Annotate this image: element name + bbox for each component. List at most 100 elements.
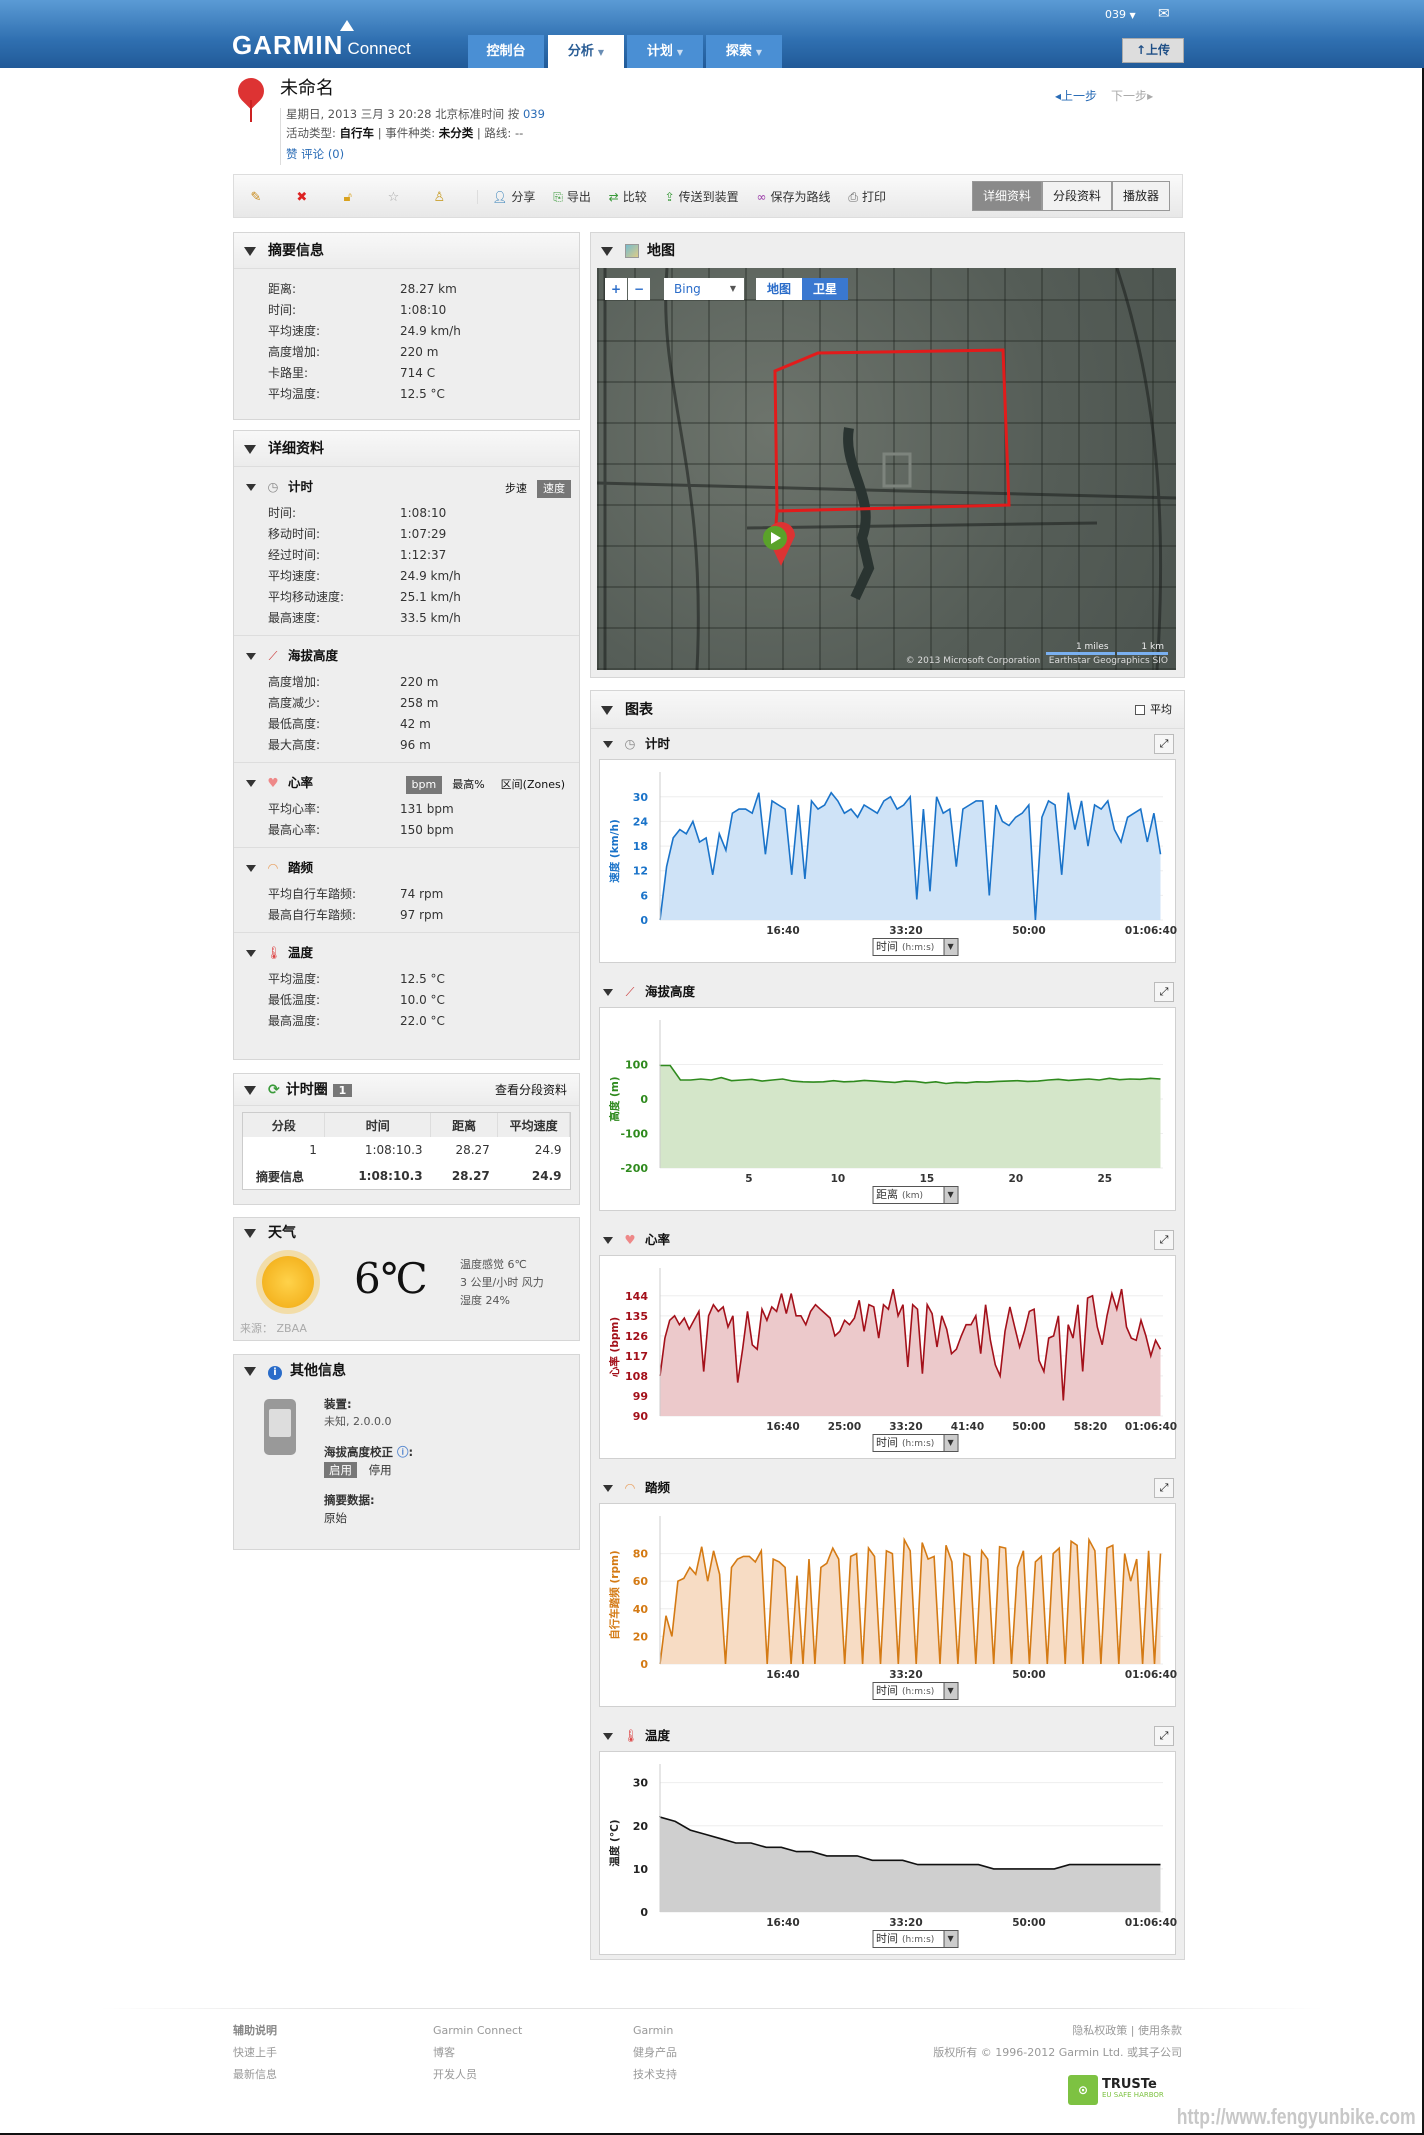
lock-icon[interactable]: 🔓︎ [340, 190, 356, 205]
laps-header[interactable]: ⟳ 计时圈 1 查看分段资料 [234, 1074, 579, 1106]
collapse-icon [246, 950, 256, 957]
chart-header[interactable]: ⟋ 海拔高度 ⤢ [591, 977, 1184, 1007]
upload-button[interactable]: ↑上传 [1122, 38, 1184, 63]
compare-button[interactable]: ⇄ 比较 [609, 188, 647, 205]
x-axis-select[interactable]: 时间 (h:m:s) ▼ [872, 1930, 959, 1948]
activity-type[interactable]: 自行车 [340, 126, 375, 140]
print-button[interactable]: ⎙ 打印 [848, 188, 886, 205]
tab-splits[interactable]: 分段资料 [1041, 181, 1112, 211]
other-info-header[interactable]: i 其他信息 [234, 1355, 579, 1387]
col-time[interactable]: 时间 [324, 1113, 432, 1137]
edit-icon[interactable]: ✎ [248, 190, 264, 205]
footer-link[interactable]: 快速上手 [233, 2042, 277, 2064]
garmin-connect-logo[interactable]: GARMIN Connect [232, 20, 411, 61]
nav-explore[interactable]: 探索 ▼ [706, 35, 782, 68]
collapse-icon [246, 865, 256, 872]
truste-badge[interactable]: ⊙ TRUSTe EU SAFE HARBOR [1068, 2075, 1164, 2105]
expand-icon[interactable]: ⤢ [1154, 982, 1174, 1002]
expand-icon[interactable]: ⤢ [1154, 1478, 1174, 1498]
terms-link[interactable]: 使用条款 [1138, 2024, 1182, 2037]
stat-value: 131 bpm [400, 802, 454, 816]
satellite-map[interactable]: + − Bing ▼ 地图 卫星 1 miles 1 km © 2013 Micr… [597, 268, 1176, 670]
section-header[interactable]: ◠ 踏频 [234, 856, 579, 880]
charts-header[interactable]: 图表 平均 [591, 691, 1184, 729]
share-button[interactable]: 👤︎ 分享 [492, 188, 535, 205]
footer-link[interactable]: 博客 [433, 2042, 522, 2064]
zoom-out-button[interactable]: − [628, 278, 650, 300]
chart-title: 海拔高度 [645, 984, 696, 999]
nav-dashboard[interactable]: 控制台 [468, 35, 544, 68]
user-menu[interactable]: 039 ▼ [1105, 8, 1136, 21]
map-type-button[interactable]: 地图 [756, 278, 802, 300]
footer-link[interactable]: 健身产品 [633, 2042, 677, 2064]
chart-header[interactable]: 🌡︎ 温度 ⤢ [591, 1721, 1184, 1751]
mail-icon[interactable]: ✉ [1158, 6, 1170, 22]
tab-details[interactable]: 详细资料 [971, 181, 1042, 211]
section-header[interactable]: ♥ 心率 bpm 最高% 区间(Zones) [234, 771, 579, 795]
privacy-link[interactable]: 隐私权政策 [1072, 2024, 1127, 2037]
col-split[interactable]: 分段 [243, 1113, 326, 1137]
collapse-icon [603, 1733, 613, 1740]
like-link[interactable]: 赞 [286, 147, 298, 161]
badge-icon[interactable]: ♙ [431, 190, 447, 205]
col-avg-speed[interactable]: 平均速度 [497, 1113, 570, 1137]
disable-button[interactable]: 停用 [369, 1463, 392, 1477]
x-axis-select[interactable]: 距离 (km) ▼ [872, 1186, 959, 1204]
export-icon: ⎘ [553, 190, 563, 204]
summary-header[interactable]: 摘要信息 [234, 233, 579, 269]
footer-link[interactable]: 技术支持 [633, 2064, 677, 2086]
toggle-option[interactable]: 区间(Zones) [495, 776, 571, 794]
weather-header[interactable]: 天气 [234, 1218, 579, 1248]
event-type[interactable]: 未分类 [439, 126, 474, 140]
save-as-course-button[interactable]: ∞ 保存为路线 [756, 188, 830, 205]
section-header[interactable]: ◷ 计时 步速 速度 [234, 475, 579, 499]
view-splits-link[interactable]: 查看分段资料 [495, 1074, 567, 1106]
footer-link[interactable]: 最新信息 [233, 2064, 277, 2086]
toggle-option[interactable]: 速度 [537, 480, 571, 498]
export-button[interactable]: ⎘ 导出 [553, 188, 591, 205]
nav-plan[interactable]: 计划 ▼ [627, 35, 703, 68]
tab-player[interactable]: 播放器 [1111, 181, 1170, 211]
satellite-type-button[interactable]: 卫星 [802, 278, 848, 300]
col-distance[interactable]: 距离 [430, 1113, 499, 1137]
expand-icon[interactable]: ⤢ [1154, 1726, 1174, 1746]
delete-icon[interactable]: ✖ [294, 190, 310, 205]
section-header[interactable]: 🌡︎ 温度 [234, 941, 579, 965]
stat-row: 高度增加: 220 m [234, 672, 579, 693]
details-header[interactable]: 详细资料 [234, 431, 579, 467]
star-icon[interactable]: ☆ [385, 190, 401, 205]
enable-button[interactable]: 启用 [324, 1462, 357, 1478]
map-header[interactable]: 地图 [591, 233, 1184, 269]
x-axis-select[interactable]: 时间 (h:m:s) ▼ [872, 1682, 959, 1700]
average-checkbox[interactable] [1135, 705, 1145, 715]
expand-icon[interactable]: ⤢ [1154, 734, 1174, 754]
expand-icon[interactable]: ⤢ [1154, 1230, 1174, 1250]
nav-analyze[interactable]: 分析 ▼ [548, 35, 624, 68]
zoom-in-button[interactable]: + [605, 278, 627, 300]
x-axis-select[interactable]: 时间 (h:m:s) ▼ [872, 1434, 959, 1452]
map-provider-select[interactable]: Bing ▼ [664, 278, 744, 300]
help-icon[interactable]: ⓘ [397, 1445, 409, 1459]
toggle-option[interactable]: 最高% [446, 776, 490, 794]
toggle-option[interactable]: 步速 [499, 480, 533, 498]
start-marker[interactable] [763, 522, 795, 566]
chart-header[interactable]: ◠ 踏频 ⤢ [591, 1473, 1184, 1503]
section-header[interactable]: ⟋ 海拔高度 [234, 644, 579, 668]
chart-header[interactable]: ◷ 计时 ⤢ [591, 729, 1184, 759]
next-link[interactable]: 下一步▸ [1111, 89, 1153, 103]
toggle-option[interactable]: bpm [405, 776, 443, 794]
chart-header[interactable]: ♥ 心率 ⤢ [591, 1225, 1184, 1255]
activity-title[interactable]: 未命名 [280, 74, 334, 100]
x-axis-select[interactable]: 时间 (h:m:s) ▼ [872, 938, 959, 956]
y-tick-label: 24 [633, 815, 649, 828]
footer-link[interactable]: 开发人员 [433, 2064, 522, 2086]
stat-value: 258 m [400, 696, 439, 710]
comment-link[interactable]: 评论 [301, 147, 324, 161]
owner-link[interactable]: 039 [523, 107, 545, 121]
average-toggle[interactable]: 平均 [1135, 691, 1172, 729]
send-to-device-button[interactable]: ⇪ 传送到装置 [665, 188, 739, 205]
panel-title: 计时圈 [285, 1082, 328, 1098]
prev-link[interactable]: ◂上一步 [1055, 89, 1097, 103]
collapse-icon [601, 246, 613, 256]
map-roads [597, 268, 1176, 670]
